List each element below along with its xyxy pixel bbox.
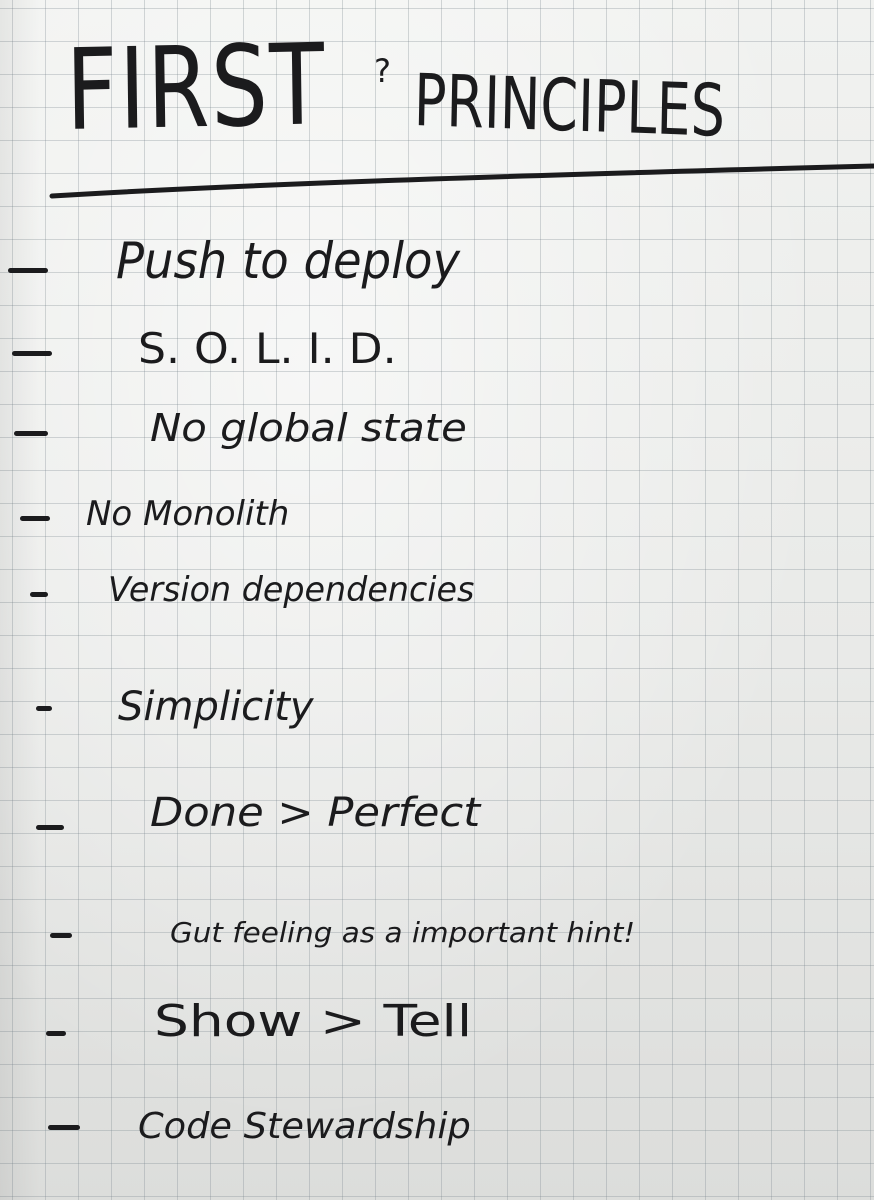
bullet-dash (36, 825, 64, 830)
bullet-dash (20, 516, 50, 521)
bullet-dash (36, 706, 52, 711)
bullet-dash (8, 268, 48, 273)
item-done-perfect: Done > Perfect (150, 790, 481, 836)
bullet-dash (50, 933, 72, 938)
paper-shadow (0, 0, 40, 1200)
item-solid: S. O. L. I. D. (138, 324, 397, 373)
bullet-dash (12, 351, 52, 356)
item-code-stewardship: Code Stewardship (138, 1106, 471, 1147)
title-principles: PRINCIPLES (413, 58, 726, 153)
bullet-dash (30, 592, 48, 597)
bullet-dash (48, 1125, 80, 1130)
flipchart-sheet: FIRST ? PRINCIPLES Push to deploy S. O. … (0, 0, 874, 1200)
item-gut-feeling: Gut feeling as a important hint! (170, 916, 636, 949)
bullet-dash (14, 431, 48, 436)
item-push-to-deploy: Push to deploy (116, 232, 460, 290)
title-question-mark: ? (374, 52, 391, 90)
item-show-tell: Show > Tell (154, 996, 473, 1047)
bullet-dash (46, 1031, 66, 1036)
item-no-global-state: No global state (150, 406, 467, 450)
title-first: FIRST (65, 20, 327, 156)
item-simplicity: Simplicity (118, 684, 314, 730)
title-underline (49, 163, 874, 199)
item-version-dependencies: Version dependencies (108, 570, 475, 610)
item-no-monolith: No Monolith (86, 494, 290, 534)
